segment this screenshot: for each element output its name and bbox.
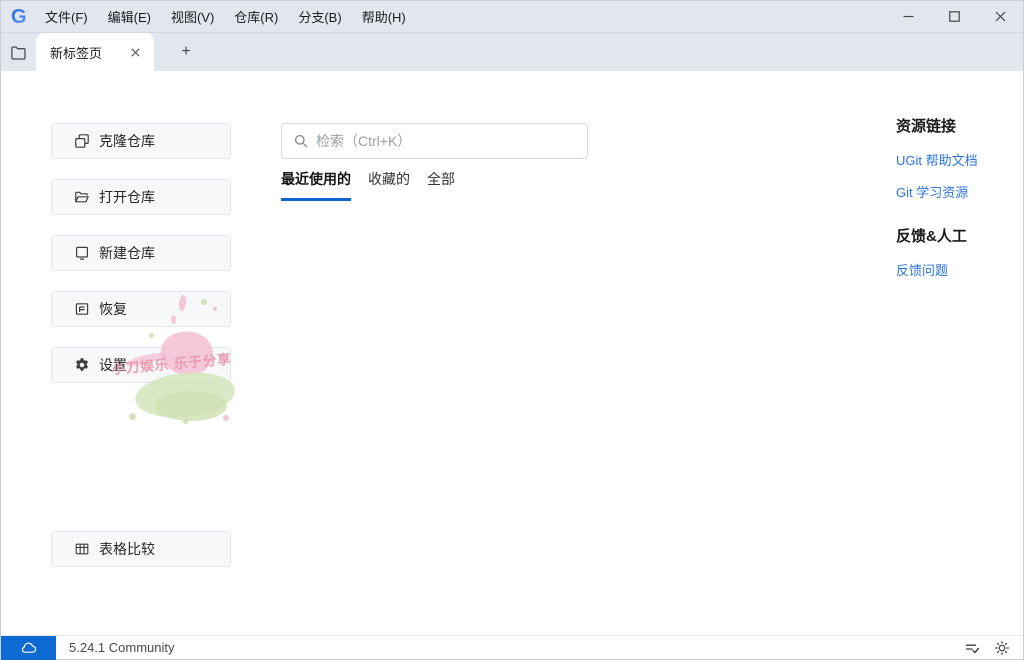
tab-bar: 新标签页 + xyxy=(1,33,1023,71)
menu-branch[interactable]: 分支(B) xyxy=(288,1,351,33)
menu-help[interactable]: 帮助(H) xyxy=(352,1,416,33)
restore-icon xyxy=(75,303,89,315)
version-label: 5.24.1 Community xyxy=(69,640,175,655)
settings-gear-icon xyxy=(76,358,88,371)
clone-repo-button[interactable]: 克隆仓库 xyxy=(51,123,231,159)
maximize-icon xyxy=(948,11,960,22)
feedback-heading: 反馈&人工 xyxy=(896,228,967,245)
tab-new-page[interactable]: 新标签页 xyxy=(36,33,154,71)
watermark-splash xyxy=(129,413,136,420)
button-label: 打开仓库 xyxy=(99,189,155,205)
repo-list-tabs: 最近使用的 收藏的 全部 xyxy=(281,169,455,201)
links-panel: 资源链接 UGit 帮助文档 Git 学习资源 反馈&人工 反馈问题 xyxy=(896,115,1018,292)
table-compare-button[interactable]: 表格比较 xyxy=(51,531,231,567)
menu-edit[interactable]: 编辑(E) xyxy=(98,1,161,33)
tab-all[interactable]: 全部 xyxy=(427,169,455,201)
changelist-button[interactable] xyxy=(959,636,985,660)
search-icon xyxy=(294,134,308,148)
link-git-learning[interactable]: Git 学习资源 xyxy=(896,182,1018,201)
app-logo: G xyxy=(9,7,35,27)
maximize-button[interactable] xyxy=(931,1,977,32)
cloud-sync-button[interactable] xyxy=(1,635,56,660)
repo-list-folder-button[interactable] xyxy=(1,33,35,71)
watermark-splash xyxy=(155,391,227,421)
restore-button[interactable]: 恢复 xyxy=(51,291,231,327)
repo-search xyxy=(281,123,588,159)
new-tab-button[interactable]: + xyxy=(171,33,201,71)
minimize-icon xyxy=(903,15,913,18)
open-repo-button[interactable]: 打开仓库 xyxy=(51,179,231,215)
new-repo-icon xyxy=(75,246,89,260)
tab-recently-used[interactable]: 最近使用的 xyxy=(281,169,351,201)
watermark-splash xyxy=(183,419,188,424)
button-label: 表格比较 xyxy=(99,541,155,557)
tab-close-button[interactable] xyxy=(126,43,144,61)
theme-toggle-button[interactable] xyxy=(989,636,1015,660)
app-window: { "window": { "logo": "G", "menus": ["文件… xyxy=(0,0,1024,660)
watermark-splash xyxy=(149,333,154,338)
watermark-splash xyxy=(223,415,229,421)
table-compare-icon xyxy=(75,543,89,555)
close-icon xyxy=(995,11,1005,22)
search-input[interactable] xyxy=(316,133,587,149)
new-repo-button[interactable]: 新建仓库 xyxy=(51,235,231,271)
link-feedback-issue[interactable]: 反馈问题 xyxy=(896,260,1018,279)
menu-file[interactable]: 文件(F) xyxy=(35,1,98,33)
close-icon xyxy=(130,47,140,57)
menu-repository[interactable]: 仓库(R) xyxy=(224,1,288,33)
link-ugit-help-docs[interactable]: UGit 帮助文档 xyxy=(896,150,1018,169)
button-label: 新建仓库 xyxy=(99,245,155,261)
title-bar: G 文件(F) 编辑(E) 视图(V) 仓库(R) 分支(B) 帮助(H) xyxy=(1,1,1023,33)
tab-label: 新标签页 xyxy=(50,45,103,61)
main-content: 克隆仓库 打开仓库 新建仓库 恢复 设置 表格比较 检索（Ctrl+K） 最近使… xyxy=(1,71,1023,637)
minimize-button[interactable] xyxy=(885,1,931,32)
theme-sun-icon xyxy=(995,640,1009,655)
status-bar: 5.24.1 Community xyxy=(1,635,1023,660)
menu-view[interactable]: 视图(V) xyxy=(161,1,224,33)
close-button[interactable] xyxy=(977,1,1023,32)
changelist-check-icon xyxy=(965,644,980,654)
statusbar-actions xyxy=(959,636,1015,660)
button-label: 设置 xyxy=(99,357,127,373)
resource-links-heading: 资源链接 xyxy=(896,118,957,135)
button-label: 克隆仓库 xyxy=(99,133,155,149)
tab-favorites[interactable]: 收藏的 xyxy=(368,169,410,201)
settings-button[interactable]: 设置 xyxy=(51,347,231,383)
open-repo-icon xyxy=(75,191,89,203)
cloud-icon xyxy=(21,642,37,653)
clone-repo-icon xyxy=(75,134,89,148)
folder-icon xyxy=(10,45,26,60)
button-label: 恢复 xyxy=(99,301,127,317)
